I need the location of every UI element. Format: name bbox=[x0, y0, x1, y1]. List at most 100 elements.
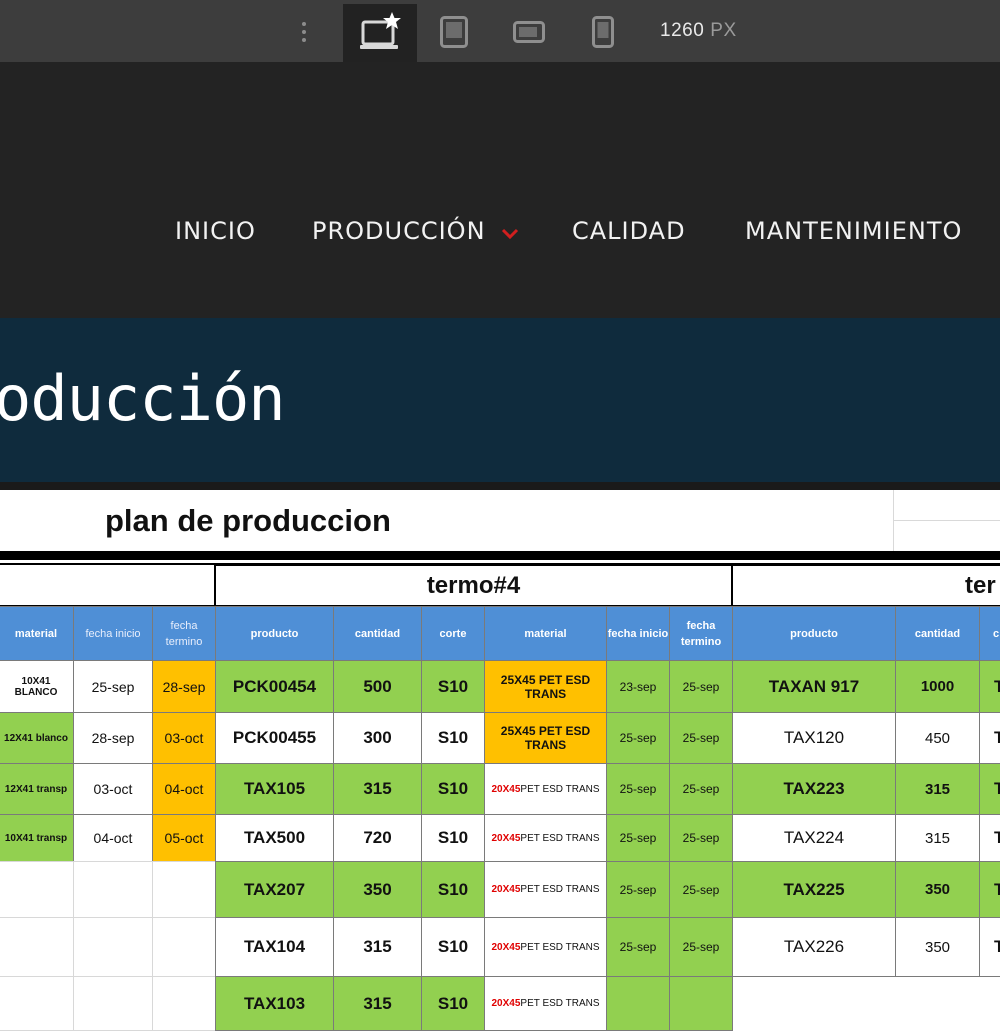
material-cell: 10X41 transp bbox=[0, 814, 74, 862]
mobile-view-button[interactable] bbox=[592, 16, 614, 48]
viewport-width-readout[interactable]: 1260 PX bbox=[660, 20, 737, 44]
cut-cell: T bbox=[979, 917, 1000, 977]
product-cell: TAX207 bbox=[215, 861, 334, 918]
viewport-width-value: 1260 bbox=[660, 20, 705, 41]
end-date-cell: 25-sep bbox=[669, 712, 733, 764]
empty-cell bbox=[73, 917, 153, 977]
product-cell: TAX226 bbox=[732, 917, 896, 977]
sheet-divider-thick bbox=[0, 551, 1000, 560]
responsive-toolbar: 1260 PX bbox=[0, 0, 1000, 62]
column-header: producto bbox=[215, 606, 334, 661]
quantity-cell: 315 bbox=[333, 763, 422, 815]
cut-cell: S10 bbox=[421, 763, 485, 815]
cut-cell: S10 bbox=[421, 861, 485, 918]
more-options-icon[interactable] bbox=[294, 18, 314, 46]
end-date-cell: 28-sep bbox=[152, 660, 216, 713]
start-date-cell: 25-sep bbox=[606, 917, 670, 977]
column-header: fecha termino bbox=[669, 606, 733, 661]
end-date-cell: 03-oct bbox=[152, 712, 216, 764]
product-cell: TAX120 bbox=[732, 712, 896, 764]
material-cell: 20X45 PET ESD TRANS bbox=[484, 763, 607, 815]
material-description: PET ESD TRANS bbox=[520, 941, 600, 953]
tablet-icon bbox=[440, 16, 468, 48]
product-cell: TAX223 bbox=[732, 763, 896, 815]
end-date-cell: 25-sep bbox=[669, 763, 733, 815]
material-cell: 12X41 blanco bbox=[0, 712, 74, 764]
material-cell: 20X45 PET ESD TRANS bbox=[484, 976, 607, 1031]
product-cell: TAXAN 917 bbox=[732, 660, 896, 713]
product-cell: TAX105 bbox=[215, 763, 334, 815]
column-header: fecha termino bbox=[152, 606, 216, 661]
hero-divider bbox=[0, 482, 1000, 490]
viewport-width-unit: PX bbox=[710, 20, 737, 41]
start-date-cell: 03-oct bbox=[73, 763, 153, 815]
empty-cell bbox=[0, 917, 74, 977]
quantity-cell: 500 bbox=[333, 660, 422, 713]
nav-item-mantenimiento[interactable]: MANTENIMIENTO bbox=[745, 217, 962, 249]
end-date-cell bbox=[669, 976, 733, 1031]
quantity-cell: 315 bbox=[333, 917, 422, 977]
empty-cell bbox=[152, 976, 216, 1031]
material-size: 20X45 bbox=[491, 783, 521, 795]
quantity-cell: 300 bbox=[333, 712, 422, 764]
column-header: cantidad bbox=[895, 606, 980, 661]
product-cell: PCK00455 bbox=[215, 712, 334, 764]
product-cell: PCK00454 bbox=[215, 660, 334, 713]
nav-item-inicio[interactable]: INICIO bbox=[175, 217, 256, 249]
tablet-landscape-view-button[interactable] bbox=[513, 21, 545, 43]
column-header: fecha inicio bbox=[606, 606, 670, 661]
mobile-icon bbox=[592, 16, 614, 48]
quantity-cell: 315 bbox=[895, 763, 980, 815]
tablet-view-button[interactable] bbox=[440, 16, 468, 48]
quantity-cell: 315 bbox=[333, 976, 422, 1031]
desktop-view-button[interactable] bbox=[343, 4, 417, 62]
material-description: PET ESD TRANS bbox=[520, 783, 600, 795]
empty-cell bbox=[152, 917, 216, 977]
column-header: producto bbox=[732, 606, 896, 661]
start-date-cell: 25-sep bbox=[606, 814, 670, 862]
product-cell: TAX104 bbox=[215, 917, 334, 977]
cut-cell: S10 bbox=[421, 660, 485, 713]
empty-cell bbox=[0, 976, 74, 1031]
material-cell: 20X45 PET ESD TRANS bbox=[484, 861, 607, 918]
column-header: material bbox=[0, 606, 74, 661]
cut-cell: T bbox=[979, 712, 1000, 764]
cut-cell: T bbox=[979, 814, 1000, 862]
product-cell: TAX224 bbox=[732, 814, 896, 862]
end-date-cell: 25-sep bbox=[669, 660, 733, 713]
quantity-cell: 315 bbox=[895, 814, 980, 862]
nav-item-calidad[interactable]: CALIDAD bbox=[572, 217, 686, 249]
empty-cell bbox=[73, 976, 153, 1031]
plan-title-side-box bbox=[893, 490, 1000, 552]
material-size: 20X45 bbox=[491, 941, 521, 953]
material-size: 20X45 bbox=[491, 832, 521, 844]
start-date-cell: 25-sep bbox=[73, 660, 153, 713]
empty-cell bbox=[152, 861, 216, 918]
product-cell: TAX500 bbox=[215, 814, 334, 862]
end-date-cell: 25-sep bbox=[669, 861, 733, 918]
site-header bbox=[0, 62, 1000, 318]
material-cell: 25X45 PET ESD TRANS bbox=[484, 712, 607, 764]
material-description: PET ESD TRANS bbox=[520, 832, 600, 844]
cut-cell: T bbox=[979, 861, 1000, 918]
empty-cell bbox=[73, 861, 153, 918]
start-date-cell: 28-sep bbox=[73, 712, 153, 764]
end-date-cell: 25-sep bbox=[669, 917, 733, 977]
end-date-cell: 05-oct bbox=[152, 814, 216, 862]
group-header-left bbox=[0, 565, 215, 606]
quantity-cell: 450 bbox=[895, 712, 980, 764]
nav-item-produccion[interactable]: PRODUCCIÓN bbox=[312, 217, 486, 249]
page-title: oducción bbox=[0, 362, 286, 435]
cut-cell: T bbox=[979, 660, 1000, 713]
nav-item-produccion-label: PRODUCCIÓN bbox=[312, 217, 486, 245]
product-cell: TAX225 bbox=[732, 861, 896, 918]
chevron-down-icon[interactable] bbox=[501, 228, 519, 240]
cut-cell: S10 bbox=[421, 976, 485, 1031]
desktop-star-icon bbox=[360, 12, 401, 49]
quantity-cell: 1000 bbox=[895, 660, 980, 713]
material-cell: 20X45 PET ESD TRANS bbox=[484, 917, 607, 977]
quantity-cell: 350 bbox=[895, 917, 980, 977]
start-date-cell: 25-sep bbox=[606, 861, 670, 918]
cut-cell: S10 bbox=[421, 917, 485, 977]
start-date-cell: 23-sep bbox=[606, 660, 670, 713]
